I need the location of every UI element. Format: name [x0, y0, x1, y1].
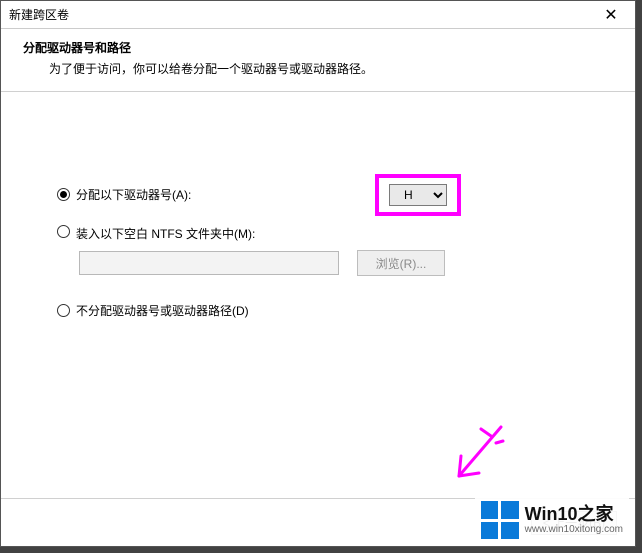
browse-button: 浏览(R)... [357, 250, 445, 276]
content-area: 分配以下驱动器号(A): H 装入以下空白 NTFS 文件夹中(M): 浏览(R… [1, 92, 635, 319]
radio-no-assign[interactable] [57, 304, 70, 317]
mount-path-input [79, 251, 339, 275]
windows-logo-icon [481, 501, 519, 539]
close-icon: ✕ [604, 5, 617, 25]
option-assign-drive[interactable]: 分配以下驱动器号(A): H [57, 186, 595, 203]
option-mount-folder[interactable]: 装入以下空白 NTFS 文件夹中(M): [57, 225, 595, 242]
watermark-subtitle: www.win10xitong.com [525, 524, 623, 535]
watermark-title: Win10之家 [525, 505, 623, 525]
watermark-text: Win10之家 www.win10xitong.com [525, 505, 623, 536]
option-none-label: 不分配驱动器号或驱动器路径(D) [76, 302, 249, 319]
page-title: 分配驱动器号和路径 [23, 39, 617, 56]
drive-letter-select[interactable]: H [389, 184, 447, 206]
titlebar: 新建跨区卷 ✕ [1, 1, 635, 29]
header-area: 分配驱动器号和路径 为了便于访问，你可以给卷分配一个驱动器号或驱动器路径。 [1, 29, 635, 92]
close-button[interactable]: ✕ [591, 3, 631, 27]
annotation-arrow-icon [441, 421, 511, 491]
option-assign-label: 分配以下驱动器号(A): [76, 186, 191, 203]
highlight-box: H [375, 174, 461, 216]
radio-mount-folder[interactable] [57, 225, 70, 238]
option-mount-label: 装入以下空白 NTFS 文件夹中(M): [76, 225, 255, 242]
radio-assign-drive[interactable] [57, 188, 70, 201]
watermark: Win10之家 www.win10xitong.com [475, 498, 629, 542]
mount-row: 浏览(R)... [79, 250, 595, 276]
window-title: 新建跨区卷 [9, 6, 69, 23]
option-no-assign[interactable]: 不分配驱动器号或驱动器路径(D) [57, 302, 595, 319]
wizard-window: 新建跨区卷 ✕ 分配驱动器号和路径 为了便于访问，你可以给卷分配一个驱动器号或驱… [0, 0, 636, 547]
page-subtitle: 为了便于访问，你可以给卷分配一个驱动器号或驱动器路径。 [23, 60, 617, 77]
